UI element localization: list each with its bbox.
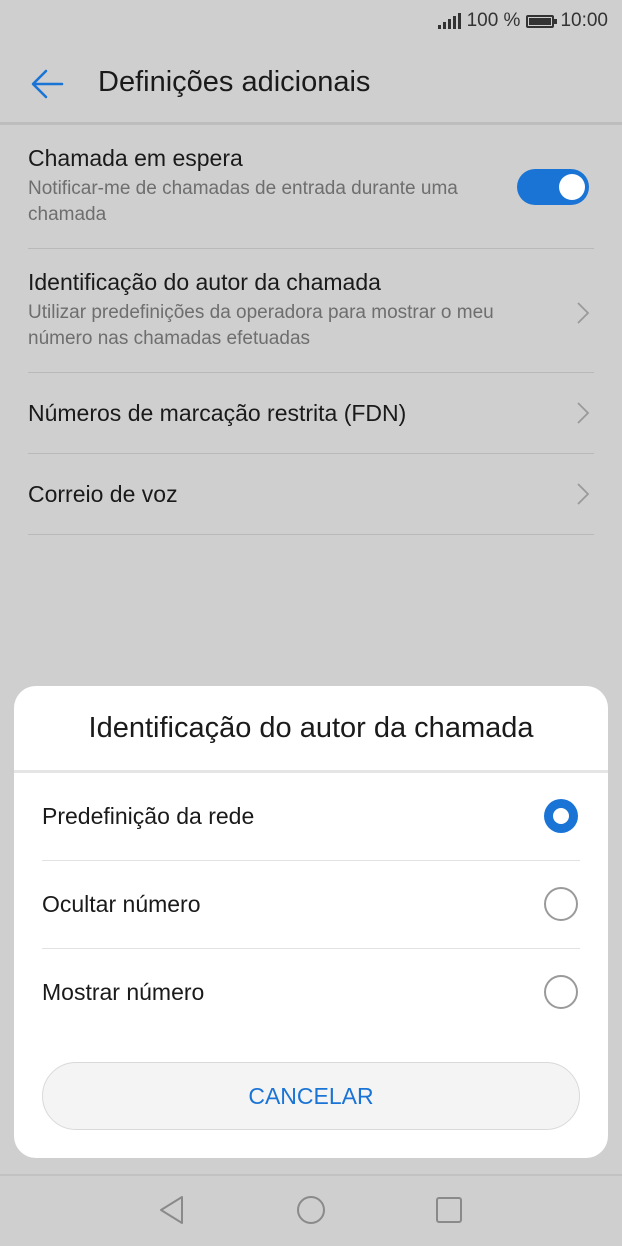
option-network-default[interactable]: Predefinição da rede <box>42 773 580 861</box>
option-hide-number[interactable]: Ocultar número <box>42 861 580 949</box>
setting-subtitle: Utilizar predefinições da operadora para… <box>28 302 494 349</box>
setting-title: Identificação do autor da chamada <box>28 269 381 295</box>
caller-id-dialog: Identificação do autor da chamada Predef… <box>14 686 608 1158</box>
radio-selected[interactable] <box>544 799 578 833</box>
call-waiting-toggle[interactable] <box>517 169 589 205</box>
setting-title: Correio de voz <box>28 481 178 507</box>
status-icons: 100 % 10:00 <box>437 10 608 32</box>
cancel-button[interactable]: CANCELAR <box>42 1062 580 1130</box>
status-bar: 100 % 10:00 <box>0 0 622 44</box>
toggle-knob <box>559 174 585 200</box>
setting-subtitle: Notificar-me de chamadas de entrada dura… <box>28 178 458 225</box>
setting-voicemail[interactable]: Correio de voz <box>28 454 594 535</box>
app-bar: Definições adicionais <box>0 44 622 125</box>
battery-icon <box>526 14 558 28</box>
option-label: Ocultar número <box>42 891 201 917</box>
setting-title: Números de marcação restrita (FDN) <box>28 400 407 426</box>
chevron-right-icon <box>577 483 590 505</box>
home-circle-icon[interactable] <box>293 1192 329 1228</box>
arrow-left-icon[interactable] <box>26 62 70 106</box>
signal-icon <box>437 13 461 29</box>
screen: 100 % 10:00 Definições adicionais Chamad… <box>0 0 622 1246</box>
recents-square-icon[interactable] <box>431 1192 467 1228</box>
clock: 10:00 <box>560 10 608 31</box>
dialog-title: Identificação do autor da chamada <box>14 686 608 773</box>
setting-fdn[interactable]: Números de marcação restrita (FDN) <box>28 373 594 454</box>
chevron-right-icon <box>577 302 590 324</box>
radio-unselected[interactable] <box>544 975 578 1009</box>
navigation-bar <box>0 1174 622 1246</box>
page-title: Definições adicionais <box>98 66 371 98</box>
option-show-number[interactable]: Mostrar número <box>42 949 580 1037</box>
radio-unselected[interactable] <box>544 887 578 921</box>
chevron-right-icon <box>577 402 590 424</box>
settings-list: Chamada em espera Notificar-me de chamad… <box>28 125 594 535</box>
option-label: Predefinição da rede <box>42 803 255 829</box>
option-label: Mostrar número <box>42 979 205 1005</box>
back-triangle-icon[interactable] <box>154 1192 190 1228</box>
battery-percent: 100 % <box>466 10 521 31</box>
setting-title: Chamada em espera <box>28 145 243 171</box>
setting-call-waiting[interactable]: Chamada em espera Notificar-me de chamad… <box>28 125 594 249</box>
setting-caller-id[interactable]: Identificação do autor da chamada Utiliz… <box>28 249 594 373</box>
